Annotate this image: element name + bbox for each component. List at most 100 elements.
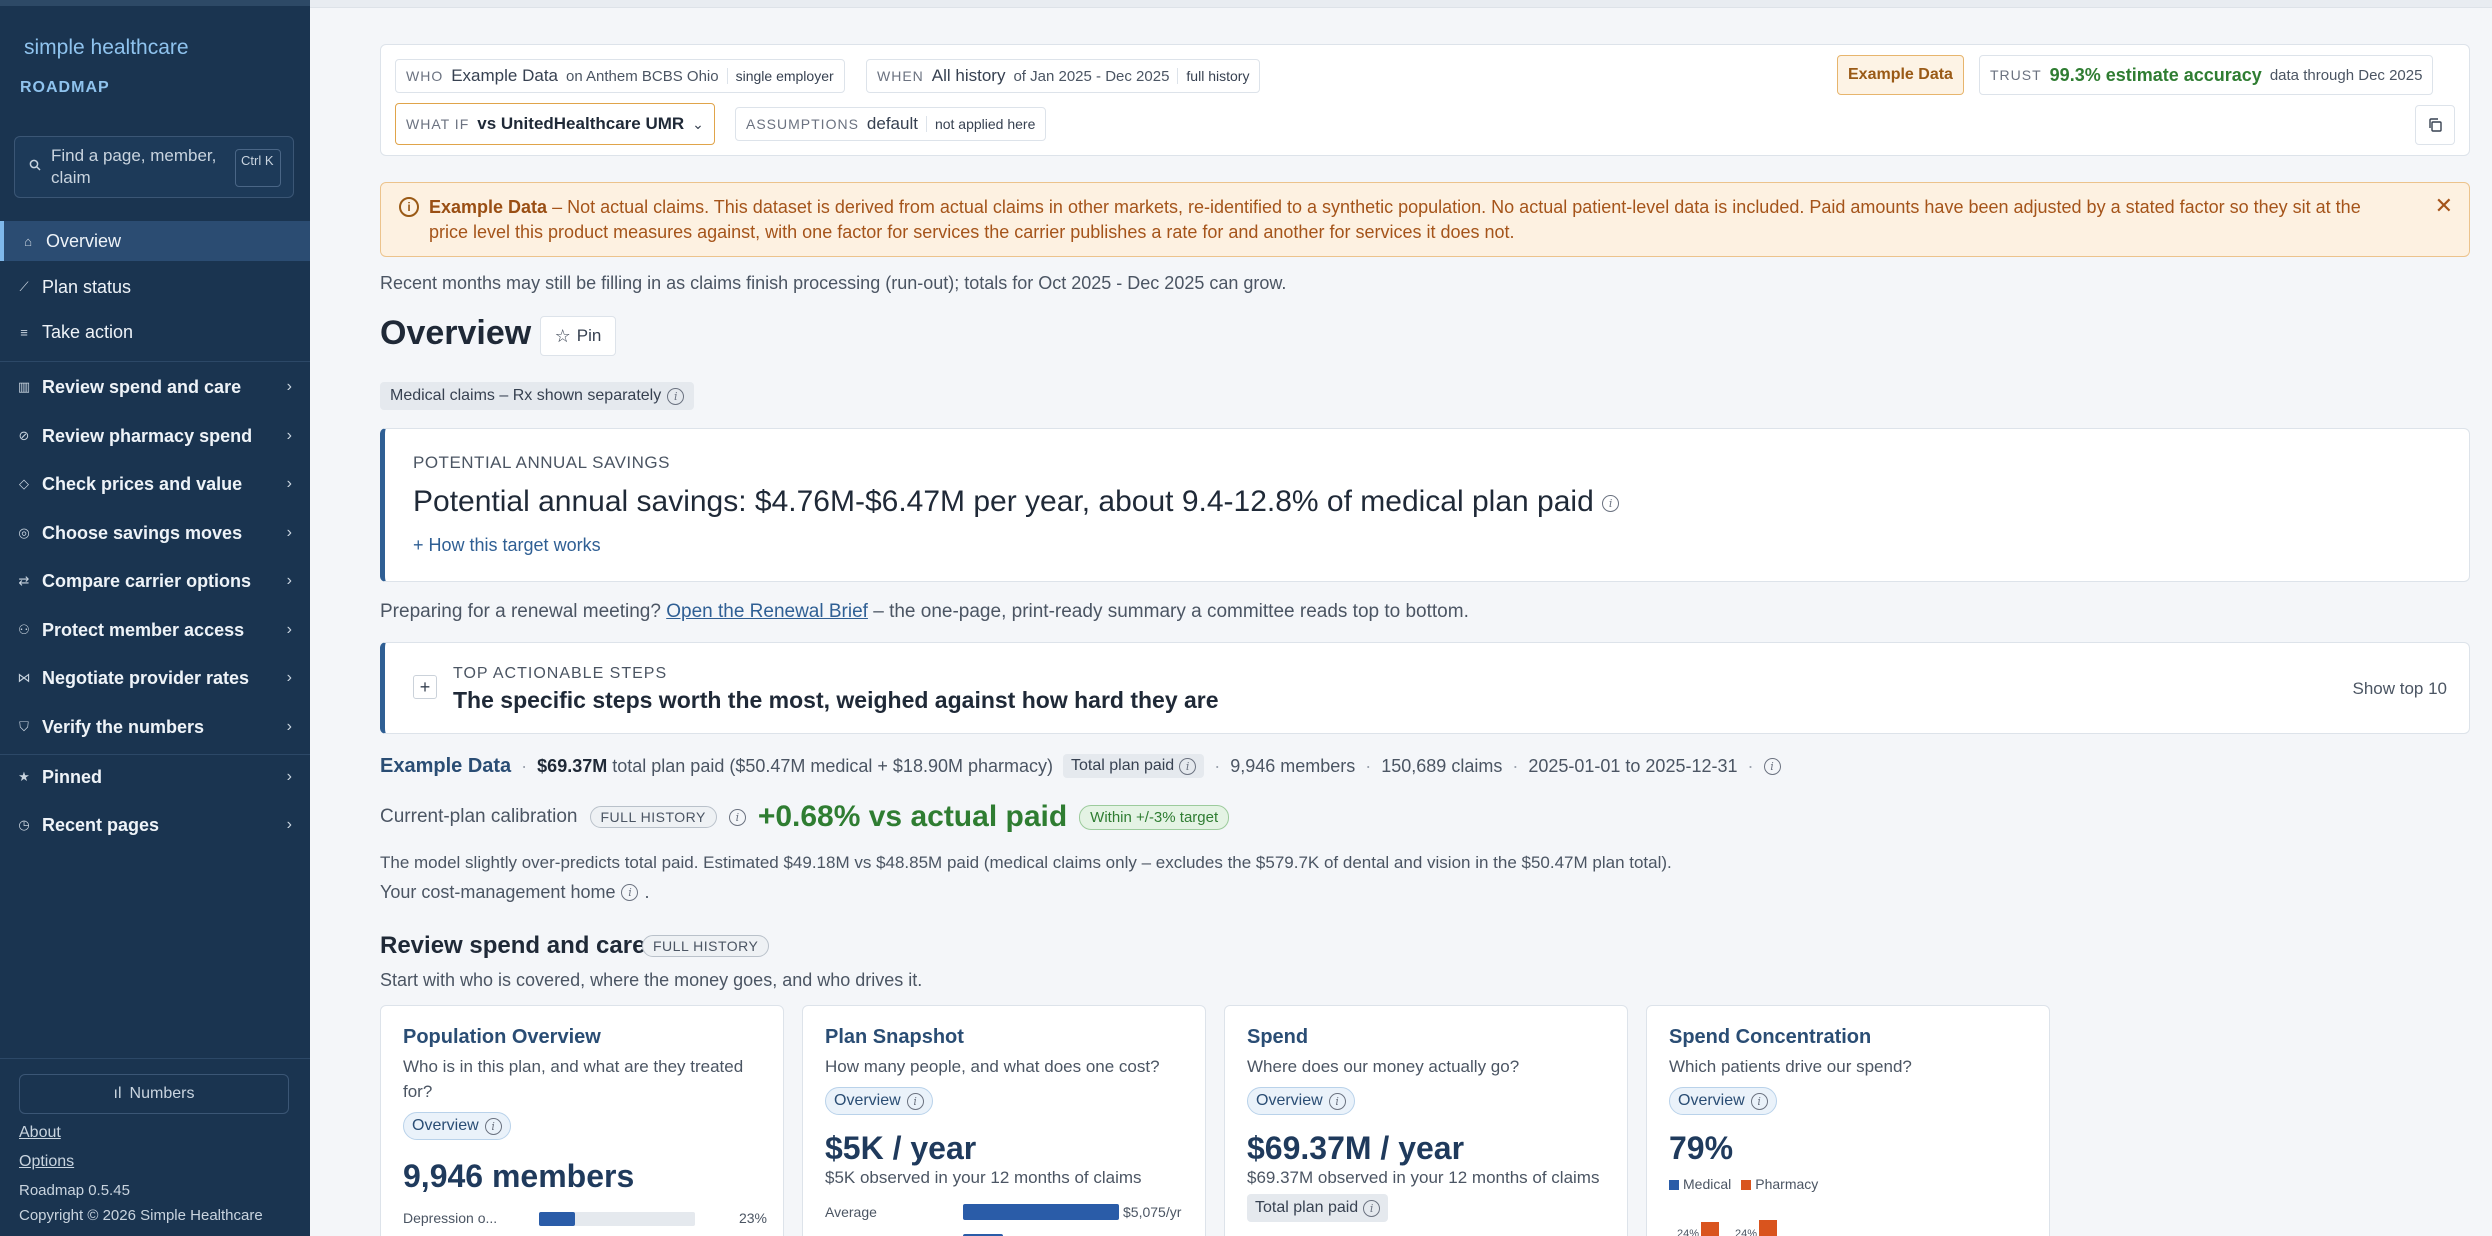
sidebar-item-recent-pages[interactable]: ◷ Recent pages ›	[0, 805, 310, 845]
when-value: All history	[931, 66, 1006, 85]
info-icon[interactable]: i	[728, 808, 746, 826]
average-row: Average $5,075/yr	[825, 1202, 1195, 1222]
chip-label: Total plan paid	[1071, 757, 1175, 774]
expand-icon[interactable]: +	[413, 675, 437, 699]
sidebar-item-plan-status[interactable]: ⟋ Plan status	[0, 267, 310, 307]
search-shortcut: Ctrl K	[235, 149, 281, 187]
tile-question: Which patients drive our spend?	[1669, 1057, 1912, 1076]
target-badge: Within +/-3% target	[1079, 804, 1230, 830]
sidebar-item-check-prices[interactable]: ◇ Check prices and value ›	[0, 464, 310, 504]
chevron-right-icon: ›	[286, 524, 292, 541]
info-icon[interactable]: i	[1363, 1199, 1381, 1217]
renewal-brief-link[interactable]: Open the Renewal Brief	[666, 601, 868, 622]
numbers-button[interactable]: ıl Numbers	[19, 1074, 289, 1114]
sidebar-item-verify-numbers[interactable]: ⛉ Verify the numbers ›	[0, 707, 310, 747]
chevron-right-icon: ›	[286, 475, 292, 492]
sidebar-item-overview[interactable]: ⌂ Overview	[0, 221, 310, 261]
scope-chip: Medical claims – Rx shown separately i	[380, 382, 695, 410]
sidebar-item-pinned[interactable]: ★ Pinned ›	[0, 757, 310, 797]
info-icon[interactable]: i	[484, 1117, 502, 1135]
tile-spend[interactable]: Spend Where does our money actually go? …	[1224, 1005, 1628, 1236]
sidebar-item-review-pharmacy[interactable]: ⊘ Review pharmacy spend ›	[0, 416, 310, 456]
legend-swatch	[1669, 1180, 1679, 1191]
info-icon[interactable]: i	[1763, 757, 1781, 775]
total-amount: $69.37M	[537, 755, 608, 776]
trust-indicator[interactable]: TRUST 99.3% estimate accuracy data throu…	[1979, 55, 2434, 95]
pin-button[interactable]: ☆ Pin	[540, 316, 616, 356]
sidebar-item-label: Check prices and value	[42, 473, 243, 494]
assumptions-selector[interactable]: ASSUMPTIONS default not applied here	[735, 107, 1047, 141]
date-range: 2025-01-01 to 2025-12-31	[1528, 755, 1738, 776]
options-link[interactable]: Options	[19, 1153, 74, 1171]
compare-icon: ⇄	[18, 573, 30, 588]
sidebar-item-label: Recent pages	[42, 814, 160, 835]
whatif-value: vs UnitedHealthcare UMR	[477, 114, 685, 133]
info-icon[interactable]: i	[1179, 757, 1197, 775]
info-icon[interactable]: i	[906, 1092, 924, 1110]
sidebar-item-label: Negotiate provider rates	[42, 667, 250, 688]
separator-dot: ·	[521, 755, 528, 776]
pin-label: Pin	[576, 326, 602, 345]
search-box[interactable]: Find a page, member, claim Ctrl K	[14, 136, 294, 198]
who-value: Example Data	[451, 66, 558, 85]
info-icon[interactable]: i	[667, 387, 685, 405]
renewal-prefix: Preparing for a renewal meeting?	[380, 601, 667, 622]
handshake-icon: ⋈	[17, 670, 31, 685]
tile-spend-concentration[interactable]: Spend Concentration Which patients drive…	[1646, 1005, 2050, 1236]
sidebar-item-take-action[interactable]: ≡ Take action	[0, 312, 310, 352]
total-plan-paid-chip[interactable]: Total plan paid i	[1247, 1194, 1389, 1222]
average-label: Average	[825, 1204, 877, 1220]
when-selector[interactable]: WHEN All history of Jan 2025 - Dec 2025 …	[866, 59, 1261, 93]
home-icon: ⌂	[24, 233, 32, 249]
overview-badge[interactable]: Overview i	[403, 1112, 511, 1140]
sidebar-item-negotiate-rates[interactable]: ⋈ Negotiate provider rates ›	[0, 658, 310, 698]
overview-badge[interactable]: Overview i	[1669, 1087, 1777, 1115]
total-plan-paid-chip[interactable]: Total plan paid i	[1063, 754, 1205, 778]
overview-badge[interactable]: Overview i	[1247, 1087, 1355, 1115]
copy-link-button[interactable]	[2415, 105, 2455, 145]
info-icon[interactable]: i	[1602, 494, 1620, 512]
trust-data-through: data through Dec 2025	[2269, 66, 2423, 84]
search-placeholder[interactable]: Find a page, member, claim	[51, 145, 241, 189]
sidebar-item-label: Overview	[46, 230, 122, 251]
assumptions-pill: not applied here	[925, 116, 1035, 132]
trust-value: 99.3% estimate accuracy	[2049, 64, 2262, 85]
tile-population-overview[interactable]: Population Overview Who is in this plan,…	[380, 1005, 784, 1236]
savings-card: POTENTIAL ANNUAL SAVINGS Potential annua…	[380, 428, 2470, 582]
claim-count: 150,689 claims	[1381, 755, 1503, 776]
show-top-10-button[interactable]: Show top 10	[2352, 679, 2447, 699]
actionable-steps-card[interactable]: + TOP ACTIONABLE STEPS The specific step…	[380, 642, 2470, 734]
condition-bar-track	[539, 1212, 695, 1226]
info-icon[interactable]: i	[1750, 1092, 1768, 1110]
chevron-right-icon: ›	[286, 768, 292, 785]
tile-title: Spend	[1247, 1026, 1309, 1048]
separator-dot: ·	[1747, 755, 1754, 776]
sidebar-item-review-spend[interactable]: ▥ Review spend and care ›	[0, 367, 310, 407]
whatif-selector[interactable]: WHAT IF vs UnitedHealthcare UMR ⌄	[395, 103, 715, 145]
savings-headline-text: Potential annual savings: $4.76M-$6.47M …	[413, 485, 1594, 518]
legend-label: Medical	[1683, 1176, 1732, 1192]
tile-question: Where does our money actually go?	[1247, 1057, 1520, 1076]
tile-question: How many people, and what does one cost?	[825, 1057, 1160, 1076]
sidebar-item-savings-moves[interactable]: ◎ Choose savings moves ›	[0, 513, 310, 553]
overview-badge[interactable]: Overview i	[825, 1087, 933, 1115]
how-target-works-link[interactable]: + How this target works	[413, 535, 601, 556]
tile-plan-snapshot[interactable]: Plan Snapshot How many people, and what …	[802, 1005, 1206, 1236]
sidebar-item-compare-carriers[interactable]: ⇄ Compare carrier options ›	[0, 561, 310, 601]
sidebar-item-protect-access[interactable]: ⚇ Protect member access ›	[0, 610, 310, 650]
badge-label: Overview	[834, 1092, 901, 1109]
close-icon[interactable]: ✕	[2435, 193, 2453, 219]
info-icon[interactable]: i	[1328, 1092, 1346, 1110]
trend-icon: ⟋	[19, 279, 29, 294]
chevron-right-icon: ›	[286, 378, 292, 395]
who-selector[interactable]: WHO Example Data on Anthem BCBS Ohio sin…	[395, 59, 845, 93]
about-link[interactable]: About	[19, 1124, 61, 1142]
tile-title: Plan Snapshot	[825, 1026, 964, 1048]
brand-name[interactable]: simple healthcare	[24, 36, 189, 60]
info-icon[interactable]: i	[621, 884, 639, 901]
member-count: 9,946 members	[1230, 755, 1356, 776]
total-plan-paid: $69.37M total plan paid ($50.47M medical…	[537, 756, 1053, 777]
legend-swatch	[1741, 1180, 1752, 1191]
product-name: ROADMAP	[20, 79, 110, 96]
period: .	[644, 882, 650, 902]
